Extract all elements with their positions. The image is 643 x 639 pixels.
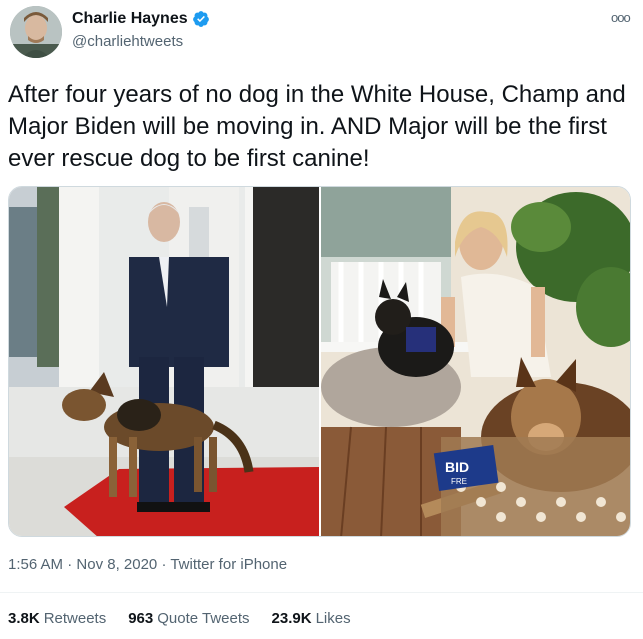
tweet-source[interactable]: Twitter for iPhone [170,556,287,573]
photo-woman-with-dogs[interactable]: BID FRE [321,187,631,537]
meta-separator-2: · [157,556,171,573]
user-handle[interactable]: @charliehtweets [72,33,183,50]
retweets-label: Retweets [43,610,107,627]
tweet-meta: 1:56 AM · Nov 8, 2020 · Twitter for iPho… [8,556,287,573]
retweets-stat[interactable]: 3.8K Retweets [8,610,106,627]
avatar[interactable] [10,6,62,58]
tweet-media[interactable]: BID FRE [8,186,631,537]
quote-tweets-stat[interactable]: 963 Quote Tweets [128,610,249,627]
tweet-stats: 3.8K Retweets 963 Quote Tweets 23.9K Likes [8,610,351,627]
tweet-time[interactable]: 1:56 AM [8,556,63,573]
bag-text: BID [445,459,469,475]
avatar-image [10,6,62,58]
likes-stat[interactable]: 23.9K Likes [272,610,351,627]
more-options-icon[interactable]: ooo [611,10,631,25]
tweet-header: Charlie Haynes @charliehtweets ooo [0,0,643,70]
quote-tweets-count: 963 [128,610,154,627]
display-name-row[interactable]: Charlie Haynes [72,10,210,28]
likes-count: 23.9K [271,610,312,627]
bag-text-2: FRE [451,477,467,486]
tweet-date[interactable]: Nov 8, 2020 [76,556,157,573]
quote-tweets-label: Quote Tweets [157,610,250,627]
retweets-count: 3.8K [8,610,40,627]
photo-man-with-dog[interactable] [9,187,319,537]
likes-label: Likes [315,610,351,627]
verified-badge-icon [192,11,209,27]
display-name[interactable]: Charlie Haynes [72,10,188,28]
tweet-text: After four years of no dog in the White … [8,81,626,172]
meta-separator: · [63,556,77,573]
divider [0,592,643,593]
